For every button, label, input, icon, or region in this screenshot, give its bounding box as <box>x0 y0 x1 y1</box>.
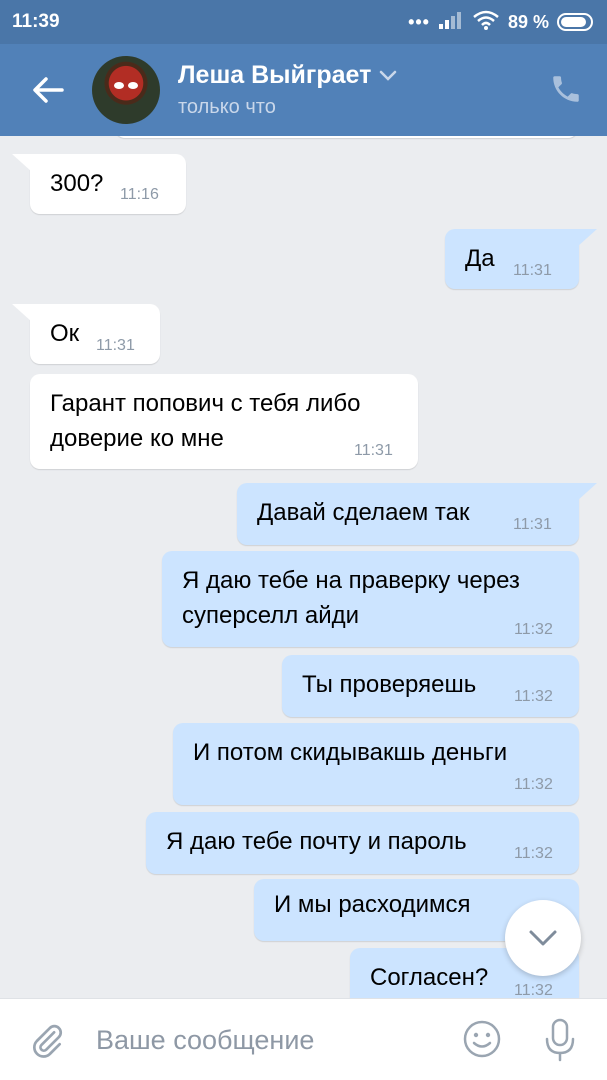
contact-avatar[interactable] <box>92 56 160 124</box>
battery-icon <box>557 13 593 31</box>
outgoing-message[interactable]: Я даю тебе на праверку через суперселл ай… <box>162 551 579 647</box>
avatar-eye-left <box>114 82 124 89</box>
voice-message-button[interactable] <box>540 1017 580 1063</box>
message-text: Я даю тебе на праверку через суперселл ай… <box>182 563 520 633</box>
message-text: И мы расходимся <box>274 887 471 922</box>
message-time: 11:31 <box>96 337 135 354</box>
message-text-line: Согласен? <box>370 964 489 991</box>
battery-level <box>561 17 586 27</box>
scroll-to-bottom-button[interactable] <box>505 900 581 976</box>
bubble-tail <box>12 154 32 172</box>
message-text-line: Да <box>465 245 495 272</box>
bubble-tail <box>577 483 597 501</box>
message-time: 11:32 <box>514 688 553 705</box>
message-text-line: 300? <box>50 170 104 197</box>
bubble-tail <box>12 304 32 322</box>
battery-percent: 89 % <box>507 11 549 32</box>
back-arrow-icon <box>33 77 64 103</box>
paperclip-icon <box>32 1024 63 1058</box>
message-text-line: суперселл айди <box>182 602 360 629</box>
message-text-line: Я даю тебе почту и пароль <box>166 828 467 855</box>
status-time: 11:39 <box>12 11 60 32</box>
message-time: 11:31 <box>354 442 393 459</box>
message-time: 11:32 <box>514 982 553 998</box>
status-indicators: ••• 89 % <box>408 10 593 35</box>
chevron-down-icon <box>529 930 557 946</box>
emoji-button[interactable] <box>462 1019 502 1059</box>
message-text-line: Гарант попович с тебя либо <box>50 390 361 417</box>
message-text-line: доверие ко мне <box>50 425 224 452</box>
contact-name-row: Леша Выйграет <box>178 61 397 90</box>
message-time: 11:16 <box>120 186 159 203</box>
message-list[interactable]: 300? 11:16 Да 11:31 Ок 11:31 Гарант попович с … <box>0 136 607 998</box>
chevron-down-icon <box>380 70 397 81</box>
incoming-message[interactable]: Гарант попович с тебя либо доверие ко мне… <box>30 374 418 469</box>
message-time: 11:32 <box>514 621 553 638</box>
outgoing-message[interactable]: Ты проверяешь 11:32 <box>282 655 579 717</box>
outgoing-message[interactable]: И потом скидывакшь деньги 11:32 <box>173 723 579 805</box>
message-time: 11:32 <box>514 776 553 793</box>
message-text-line: И мы расходимся <box>274 891 471 918</box>
message-text: Ок <box>50 316 79 351</box>
wifi-icon <box>472 10 500 35</box>
message-text: Согласен? <box>370 960 488 995</box>
message-text: Да <box>465 241 495 276</box>
smile-icon <box>463 1020 501 1058</box>
back-button[interactable] <box>0 44 96 136</box>
message-text-line: Давай сделаем так <box>257 499 470 526</box>
microphone-icon <box>545 1018 575 1062</box>
cellular-signal-icon <box>438 11 464 34</box>
avatar-eye-right <box>128 82 138 89</box>
outgoing-message[interactable]: Давай сделаем так 11:31 <box>237 483 597 545</box>
contact-info[interactable]: Леша Выйграет только что <box>178 61 397 119</box>
contact-name: Леша Выйграет <box>178 61 372 89</box>
message-input[interactable] <box>96 1019 436 1061</box>
incoming-message[interactable]: 300? 11:16 <box>12 154 186 214</box>
attach-button[interactable] <box>28 1021 68 1061</box>
message-text-line: Ок <box>50 320 80 347</box>
message-text: Давай сделаем так <box>257 495 470 530</box>
outgoing-message[interactable]: Я даю тебе почту и пароль 11:32 <box>146 812 579 874</box>
message-text: Ты проверяешь <box>302 667 476 702</box>
contact-status: только что <box>178 96 276 118</box>
chat-screen: 11:39 ••• 89 % Леша Выйграет только что … <box>0 0 607 1080</box>
outgoing-message[interactable]: Да 11:31 <box>445 229 597 289</box>
bubble-tail <box>577 229 597 247</box>
call-button[interactable] <box>549 72 585 108</box>
previous-message-edge <box>115 136 578 138</box>
message-text-line: Я даю тебе на праверку через <box>182 567 520 594</box>
message-composer <box>0 998 607 1080</box>
message-text: 300? <box>50 166 103 201</box>
incoming-message[interactable]: Ок 11:31 <box>12 304 160 364</box>
phone-icon <box>553 76 579 102</box>
message-time: 11:32 <box>514 845 553 862</box>
message-text: Гарант попович с тебя либо доверие ко мне <box>50 386 360 456</box>
chat-header: Леша Выйграет только что <box>0 44 607 136</box>
message-time: 11:31 <box>513 516 552 533</box>
message-text: Я даю тебе почту и пароль <box>166 824 467 859</box>
notification-dots-icon: ••• <box>408 11 430 32</box>
message-time: 11:31 <box>513 262 552 279</box>
message-text: И потом скидывакшь деньги <box>193 735 507 770</box>
message-text-line: И потом скидывакшь деньги <box>193 739 508 766</box>
status-bar: 11:39 ••• 89 % <box>0 0 607 44</box>
message-text-line: Ты проверяешь <box>302 671 477 698</box>
